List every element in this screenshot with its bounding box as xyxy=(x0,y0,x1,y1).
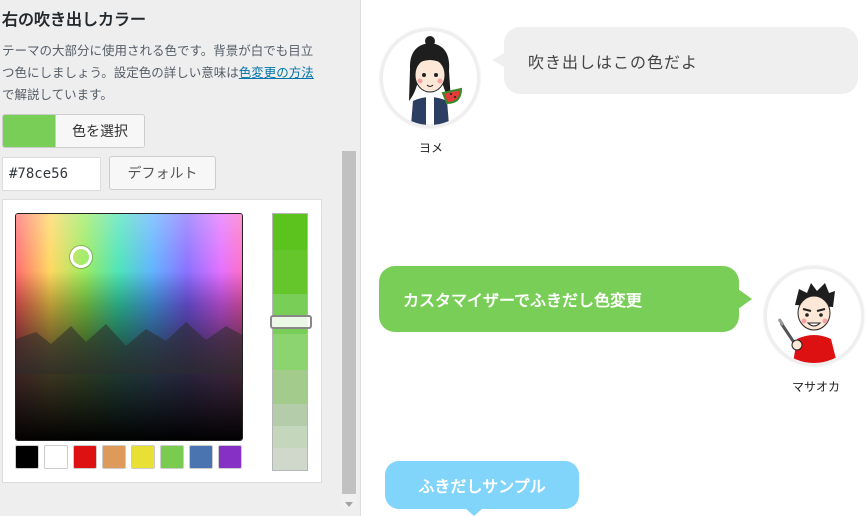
avatar-yome xyxy=(380,28,480,128)
color-strip-slider[interactable] xyxy=(270,213,312,471)
section-description: テーマの大部分に使用される色です。背景が白でも目立つ色にしましょう。設定色の詳し… xyxy=(2,40,320,106)
girl-character-icon xyxy=(409,36,463,125)
avatar-masaoka xyxy=(764,266,864,366)
palette-swatch-black[interactable] xyxy=(15,445,39,469)
palette-swatch-red[interactable] xyxy=(73,445,97,469)
boy-character-icon xyxy=(777,283,837,363)
avatar-name-masaoka: マサオカ xyxy=(791,380,840,394)
color-picker xyxy=(2,199,322,483)
bubble-tail xyxy=(738,289,752,309)
current-color-swatch xyxy=(3,115,55,147)
palette-swatch-yellow[interactable] xyxy=(131,445,155,469)
hex-color-input[interactable] xyxy=(2,157,101,191)
section-title: 右の吹き出しカラー xyxy=(2,10,147,29)
speech-bubble-right: カスタマイザーでふきだし色変更 xyxy=(379,266,739,332)
bubble-tail xyxy=(465,508,483,516)
color-palette xyxy=(15,445,242,469)
palette-swatch-orange[interactable] xyxy=(102,445,126,469)
speech-bubble-sample: ふきだしサンプル xyxy=(385,461,579,509)
palette-swatch-green[interactable] xyxy=(160,445,184,469)
speech-bubble-left: 吹き出しはこの色だよ xyxy=(504,27,858,94)
panel-scrollbar[interactable] xyxy=(341,151,357,509)
scroll-down-arrow-icon[interactable] xyxy=(345,502,353,507)
select-color-button[interactable]: 色を選択 xyxy=(2,114,145,148)
palette-swatch-blue[interactable] xyxy=(189,445,213,469)
saturation-handle[interactable] xyxy=(70,246,92,268)
color-saturation-area[interactable] xyxy=(15,213,243,441)
default-color-button[interactable]: デフォルト xyxy=(109,156,216,190)
scrollbar-thumb[interactable] xyxy=(342,151,356,494)
description-text-tail: で解説しています。 xyxy=(2,87,113,102)
color-change-help-link[interactable]: 色変更の方法 xyxy=(239,65,314,80)
strip-slider-handle[interactable] xyxy=(270,315,312,329)
palette-swatch-purple[interactable] xyxy=(218,445,242,469)
select-color-label: 色を選択 xyxy=(55,115,144,147)
palette-swatch-white[interactable] xyxy=(44,445,68,469)
speech-bubble-preview: ヨメ 吹き出しはこの色だよ カスタマイザーでふきだし色変更 マサオカ ふきだしサ… xyxy=(362,0,866,516)
customizer-panel: 右の吹き出しカラー テーマの大部分に使用される色です。背景が白でも目立つ色にしま… xyxy=(0,0,361,516)
avatar-name-yome: ヨメ xyxy=(418,141,443,155)
